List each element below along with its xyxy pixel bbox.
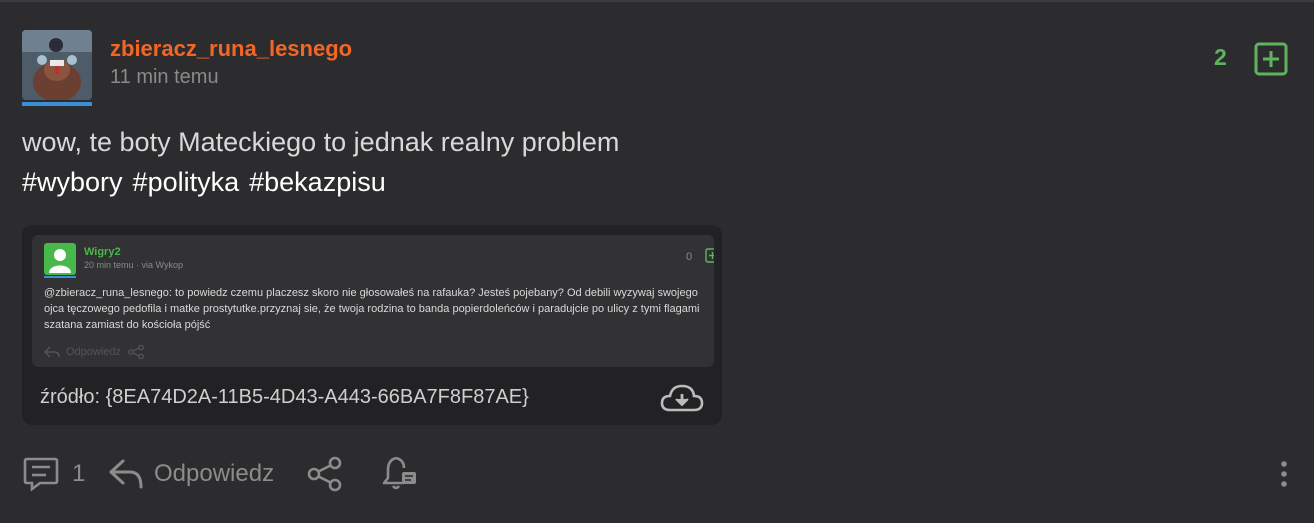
image-source-label: źródło: {8EA74D2A-11B5-4D43-A443-66BA7F8… bbox=[40, 386, 529, 408]
embedded-screenshot[interactable]: Wigry2 20 min temu · via Wykop 0 @zbiera… bbox=[32, 235, 714, 367]
bell-icon bbox=[382, 456, 416, 490]
inner-vote-count: 0 bbox=[686, 251, 693, 263]
inner-timestamp: 20 min temu · via Wykop bbox=[84, 260, 183, 270]
avatar-image bbox=[22, 30, 92, 100]
inner-avatar bbox=[44, 243, 76, 275]
post-actions: 1 Odpowiedz bbox=[22, 452, 1302, 496]
inner-username: Wigry2 bbox=[84, 246, 121, 258]
inner-mention: @zbieracz_runa_lesnego bbox=[44, 287, 169, 299]
post-tags: #wybory #polityka #bekazpisu bbox=[22, 162, 922, 202]
notify-button[interactable] bbox=[380, 452, 420, 496]
more-options-button[interactable] bbox=[1276, 456, 1292, 492]
inner-comment-text: @zbieracz_runa_lesnego: to powiedz czemu… bbox=[44, 285, 704, 333]
more-vertical-icon bbox=[1281, 461, 1287, 487]
plus-square-icon bbox=[1254, 42, 1288, 76]
tag-link[interactable]: #polityka bbox=[133, 167, 240, 197]
download-button[interactable] bbox=[660, 383, 704, 413]
inner-plus-icon bbox=[705, 248, 714, 263]
post-timestamp[interactable]: 11 min temu bbox=[110, 66, 219, 89]
reply-button[interactable]: Odpowiedz bbox=[108, 452, 274, 496]
comments-icon bbox=[23, 457, 59, 492]
inner-avatar-bar bbox=[44, 276, 76, 278]
reply-arrow-icon bbox=[109, 459, 143, 489]
inner-reply-icon bbox=[44, 346, 60, 358]
reply-label: Odpowiedz bbox=[154, 460, 275, 487]
author-avatar[interactable] bbox=[22, 30, 92, 100]
author-username[interactable]: zbieracz_runa_lesnego bbox=[110, 36, 352, 62]
inner-share-icon bbox=[128, 345, 144, 359]
upvote-button[interactable] bbox=[1254, 42, 1288, 76]
user-silhouette-icon bbox=[49, 249, 71, 273]
tag-link[interactable]: #bekazpisu bbox=[249, 167, 386, 197]
inner-reply-label: Odpowiedz bbox=[66, 346, 122, 358]
post-body: wow, te boty Mateckiego to jednak realny… bbox=[22, 122, 922, 202]
share-icon bbox=[307, 456, 342, 492]
post-entry: zbieracz_runa_lesnego 11 min temu 2 wow,… bbox=[0, 0, 1314, 523]
post-text: wow, te boty Mateckiego to jednak realny… bbox=[22, 127, 620, 157]
vote-count: 2 bbox=[1214, 44, 1227, 70]
comments-count: 1 bbox=[72, 460, 86, 487]
share-button[interactable] bbox=[306, 452, 344, 496]
inner-actions: Odpowiedz bbox=[44, 345, 145, 359]
avatar-status-bar bbox=[22, 102, 92, 106]
tag-link[interactable]: #wybory bbox=[22, 167, 123, 197]
cloud-download-icon bbox=[660, 384, 704, 412]
embedded-image-card[interactable]: Wigry2 20 min temu · via Wykop 0 @zbiera… bbox=[22, 225, 722, 425]
comments-button[interactable]: 1 bbox=[22, 452, 85, 496]
